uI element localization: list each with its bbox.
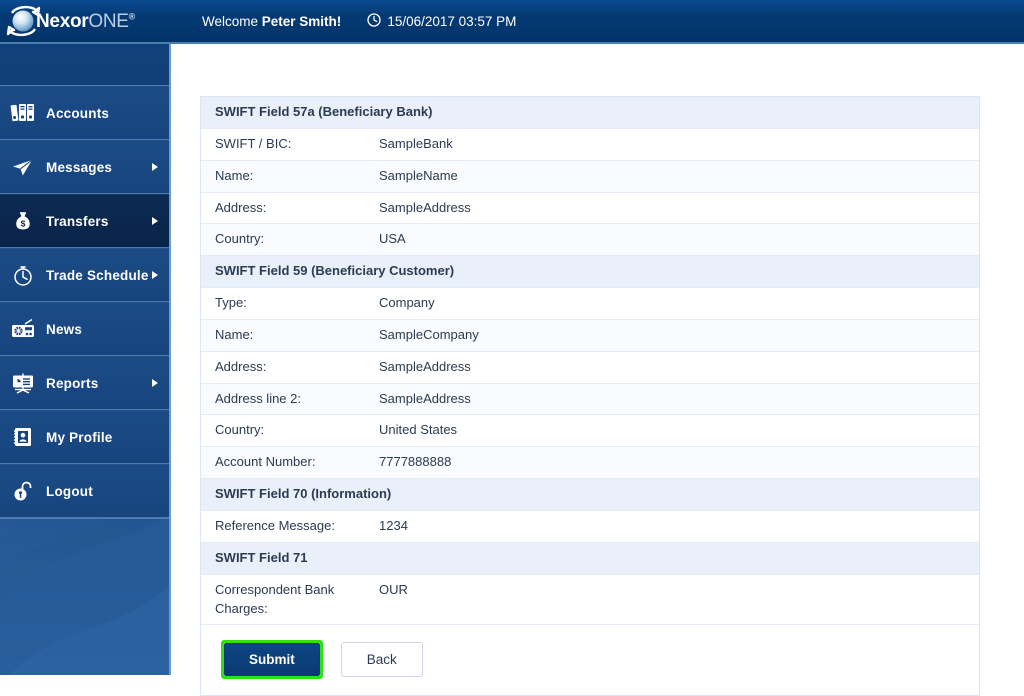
main-content-area: SWIFT Field 57a (Beneficiary Bank) SWIFT … (173, 44, 1024, 696)
field-value: Company (365, 287, 979, 320)
field-value: SampleBank (365, 128, 979, 161)
field-label: Address line 2: (201, 383, 365, 416)
table-row: Type: Company (201, 287, 979, 320)
field-value: SampleCompany (365, 319, 979, 352)
chevron-right-icon (152, 217, 158, 225)
clock-icon (0, 263, 46, 287)
sidebar-item-transfers[interactable]: $ Transfers (0, 194, 169, 248)
sidebar-empty-area (0, 518, 169, 675)
chevron-right-icon (152, 379, 158, 387)
table-row: Name: SampleCompany (201, 319, 979, 352)
field-value: United States (365, 414, 979, 448)
field-label: SWIFT / BIC: (201, 128, 365, 161)
welcome-prefix: Welcome (202, 13, 262, 29)
brand-wordmark: NexorONE® (36, 12, 135, 31)
field-value: USA (365, 223, 979, 257)
section-header-row: SWIFT Field 57a (Beneficiary Bank) (201, 97, 979, 129)
sidebar-header-spacer (0, 44, 169, 86)
field-value: 7777888888 (365, 446, 979, 480)
table-row: Address: SampleAddress (201, 192, 979, 225)
field-label: Address: (201, 192, 365, 225)
sidebar-item-accounts[interactable]: Accounts (0, 86, 169, 140)
sidebar-item-news[interactable]: News (0, 302, 169, 356)
clock-icon (367, 12, 381, 30)
main-sidebar: Accounts Messages $ Transfers Trade Sche… (0, 44, 171, 675)
table-row: Country: United States (201, 414, 979, 448)
field-value: SampleAddress (365, 351, 979, 384)
swift-details-panel: SWIFT Field 57a (Beneficiary Bank) SWIFT … (200, 96, 980, 696)
sidebar-item-label: My Profile (46, 429, 113, 445)
sidebar-item-logout[interactable]: Logout (0, 464, 169, 518)
field-label: Correspondent Bank Charges: (201, 574, 365, 626)
field-value: SampleName (365, 160, 979, 193)
field-value: OUR (365, 574, 979, 626)
sidebar-item-reports[interactable]: Reports (0, 356, 169, 410)
swirl-orb-logo-icon (6, 4, 42, 38)
top-header-bar: NexorONE® Welcome Peter Smith! 15/06/201… (0, 0, 1024, 44)
binders-icon (0, 101, 46, 125)
section-title: SWIFT Field 71 (201, 542, 979, 575)
table-row: Address line 2: SampleAddress (201, 383, 979, 416)
sidebar-item-label: Logout (46, 483, 93, 499)
back-button[interactable]: Back (340, 642, 423, 678)
form-actions: Submit Back (201, 625, 979, 696)
datetime-display: 15/06/2017 03:57 PM (367, 12, 517, 30)
section-header-row: SWIFT Field 70 (Information) (201, 478, 979, 511)
sidebar-item-label: Trade Schedule (46, 267, 149, 283)
sidebar-item-label: News (46, 321, 83, 337)
field-label: Country: (201, 223, 365, 257)
section-header-row: SWIFT Field 71 (201, 542, 979, 575)
section-title: SWIFT Field 70 (Information) (201, 478, 979, 511)
section-header-row: SWIFT Field 59 (Beneficiary Customer) (201, 255, 979, 289)
field-label: Name: (201, 160, 365, 193)
chevron-right-icon (152, 163, 158, 171)
table-row: Country: USA (201, 223, 979, 257)
table-row: Reference Message: 1234 (201, 510, 979, 543)
field-value: 1234 (365, 510, 979, 543)
table-row: Name: SampleName (201, 160, 979, 193)
sidebar-item-my-profile[interactable]: My Profile (0, 410, 169, 464)
address-book-icon (0, 425, 46, 449)
radio-icon (0, 317, 46, 341)
section-title: SWIFT Field 59 (Beneficiary Customer) (201, 255, 979, 289)
field-value: SampleAddress (365, 383, 979, 416)
datetime-text: 15/06/2017 03:57 PM (387, 13, 517, 29)
sidebar-item-trade-schedule[interactable]: Trade Schedule (0, 248, 169, 302)
field-label: Country: (201, 414, 365, 448)
submit-button[interactable]: Submit (224, 643, 320, 677)
sidebar-item-label: Transfers (46, 213, 109, 229)
sidebar-item-label: Reports (46, 375, 99, 391)
brand-secondary: ONE (88, 10, 129, 32)
welcome-message: Welcome Peter Smith! (202, 14, 341, 29)
field-label: Name: (201, 319, 365, 352)
sidebar-item-label: Accounts (46, 105, 110, 121)
presentation-icon (0, 371, 46, 395)
table-row: SWIFT / BIC: SampleBank (201, 128, 979, 161)
registered-mark: ® (128, 11, 136, 22)
brand-primary: Nexor (36, 10, 89, 32)
field-label: Account Number: (201, 446, 365, 480)
open-padlock-icon (0, 479, 46, 503)
table-row: Account Number: 7777888888 (201, 446, 979, 480)
submit-focus-outline: Submit (221, 640, 323, 680)
cursor-arrow-icon (0, 155, 46, 179)
brand-logo[interactable]: NexorONE® (0, 0, 180, 43)
table-row: Address: SampleAddress (201, 351, 979, 384)
money-bag-icon: $ (0, 209, 46, 233)
section-title: SWIFT Field 57a (Beneficiary Bank) (201, 97, 979, 129)
sidebar-item-label: Messages (46, 159, 113, 175)
swift-details-table: SWIFT Field 57a (Beneficiary Bank) SWIFT … (201, 97, 979, 626)
table-row: Correspondent Bank Charges: OUR (201, 574, 979, 626)
field-value: SampleAddress (365, 192, 979, 225)
field-label: Address: (201, 351, 365, 384)
svg-text:$: $ (21, 218, 26, 228)
field-label: Type: (201, 287, 365, 320)
user-name: Peter Smith! (261, 13, 342, 29)
field-label: Reference Message: (201, 510, 365, 543)
sidebar-item-messages[interactable]: Messages (0, 140, 169, 194)
chevron-right-icon (152, 271, 158, 279)
